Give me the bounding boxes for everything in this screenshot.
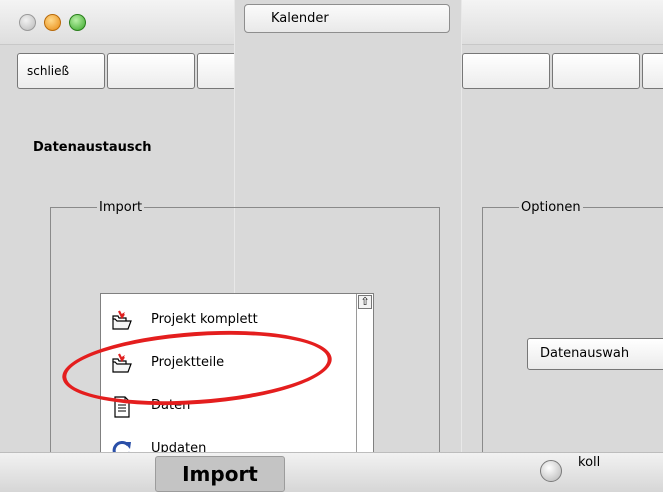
calendar-button[interactable]: Kalender — [244, 4, 450, 33]
protocol-label: koll — [578, 455, 601, 470]
folder-import-icon — [112, 310, 132, 330]
toolbar-button-2[interactable] — [107, 53, 195, 89]
close-button[interactable]: schließ — [17, 53, 105, 89]
minimize-window-button[interactable] — [44, 14, 61, 31]
toolbar-button-4[interactable] — [462, 53, 550, 89]
options-group — [482, 207, 663, 467]
import-group-legend: Import — [97, 200, 145, 215]
zoom-window-button[interactable] — [69, 14, 86, 31]
toolbar-button-5[interactable] — [552, 53, 640, 89]
bottom-bar — [0, 452, 663, 492]
data-selection-button[interactable]: Datenauswah — [527, 338, 663, 370]
toolbar-button-6[interactable] — [642, 53, 663, 89]
list-scrollbar[interactable]: ⇧ — [356, 294, 373, 462]
page-title: Datenaustausch — [33, 140, 152, 155]
options-group-legend: Optionen — [519, 200, 583, 215]
close-window-button[interactable] — [19, 14, 36, 31]
protocol-toggle-button[interactable] — [540, 460, 562, 482]
import-tab[interactable]: Import — [155, 456, 285, 492]
scroll-up-arrow-icon[interactable]: ⇧ — [358, 295, 372, 309]
list-item-label: Projekt komplett — [151, 312, 258, 327]
